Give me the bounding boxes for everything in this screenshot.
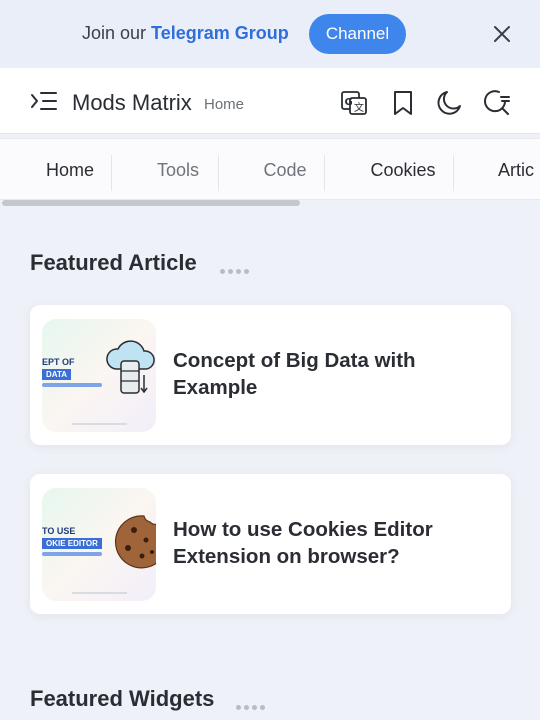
thumbnail-bar — [42, 552, 102, 556]
channel-button[interactable]: Channel — [309, 14, 406, 54]
announcement-prefix: Join our — [82, 23, 152, 43]
tab-articles[interactable]: Artic — [498, 139, 540, 199]
dark-mode-icon[interactable] — [435, 89, 463, 117]
tab-code[interactable]: Code — [235, 139, 335, 199]
article-title[interactable]: Concept of Big Data with Example — [173, 347, 493, 401]
tab-divider — [324, 155, 325, 191]
close-icon[interactable] — [492, 24, 512, 44]
heading-dots — [220, 261, 252, 274]
featured-widgets-heading: Featured Widgets — [30, 686, 215, 711]
heading-dots — [236, 697, 268, 710]
cookie-icon — [114, 515, 156, 569]
article-title[interactable]: How to use Cookies Editor Extension on b… — [173, 516, 493, 570]
cloud-database-icon — [106, 340, 155, 394]
breadcrumb: Home — [204, 96, 245, 113]
announcement-text: Join our Telegram Group — [82, 23, 289, 44]
menu-icon[interactable] — [30, 90, 58, 112]
telegram-group-link[interactable]: Telegram Group — [151, 23, 289, 43]
thumbnail-footer — [72, 423, 127, 425]
bookmark-icon[interactable] — [389, 89, 417, 117]
nav-tabs: Home Tools Code Cookies Artic — [0, 138, 540, 200]
tab-divider — [111, 155, 112, 191]
tab-cookies[interactable]: Cookies — [353, 139, 453, 199]
thumbnail-text: DATA — [42, 369, 72, 380]
svg-text:G: G — [345, 97, 353, 108]
announcement-bar: Join our Telegram Group Channel — [0, 0, 540, 68]
svg-text:文: 文 — [354, 101, 364, 114]
tab-divider — [453, 155, 454, 191]
tab-home[interactable]: Home — [20, 139, 120, 199]
thumbnail-bar — [42, 383, 102, 387]
translate-icon[interactable]: G 文 — [340, 89, 368, 117]
thumbnail-text: EPT OF — [42, 357, 75, 367]
site-header: Mods Matrix Home G 文 — [0, 68, 540, 134]
article-card[interactable]: TO USE OKIE EDITOR How to use Cookies Ed… — [30, 474, 511, 614]
thumbnail-text: TO USE — [42, 526, 76, 536]
featured-article-heading: Featured Article — [30, 250, 197, 275]
thumbnail-footer — [72, 592, 127, 594]
search-icon[interactable] — [483, 89, 511, 117]
tab-divider — [218, 155, 219, 191]
thumbnail-text: OKIE EDITOR — [42, 538, 102, 549]
nav-bar: Home Tools Code Cookies Artic — [0, 134, 540, 214]
tab-tools[interactable]: Tools — [128, 139, 228, 199]
article-thumbnail[interactable]: TO USE OKIE EDITOR — [42, 488, 156, 601]
article-card[interactable]: EPT OF DATA Concept of Big Data with Exa… — [30, 305, 511, 445]
article-thumbnail[interactable]: EPT OF DATA — [42, 319, 156, 432]
nav-scrollbar[interactable] — [2, 200, 300, 206]
site-brand[interactable]: Mods Matrix — [72, 90, 192, 116]
